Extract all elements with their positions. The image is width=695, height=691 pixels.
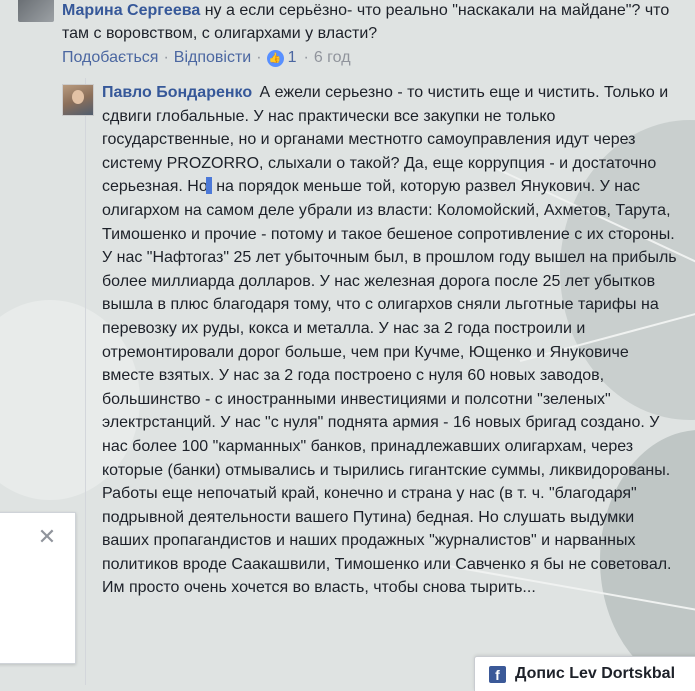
reply-thread-line [85, 78, 86, 685]
chat-tab[interactable]: f Допис Lev Dortskbal [474, 656, 695, 691]
like-count[interactable]: 1 [288, 49, 297, 67]
comments-panel: Марина Сергеева ну а если серьёзно- что … [0, 0, 695, 691]
thumbs-up-icon: 👍 [266, 49, 284, 67]
reply-link[interactable]: Відповісти [174, 49, 251, 67]
facebook-icon: f [489, 666, 506, 683]
avatar-face [72, 90, 84, 104]
reply-author[interactable]: Павло Бондаренко [102, 84, 252, 101]
avatar[interactable] [18, 0, 54, 22]
comment: Марина Сергеева ну а если серьёзно- что … [0, 0, 695, 80]
separator: · [163, 49, 169, 66]
comment-timestamp[interactable]: 6 год [314, 49, 351, 67]
like-link[interactable]: Подобається [62, 49, 158, 67]
reply-text-part: на порядок меньше той, которую развел Ян… [102, 178, 677, 597]
separator: · [303, 49, 309, 66]
side-popup: ✕ [0, 512, 76, 664]
comment-actions: Подобається · Відповісти · 👍 1 · 6 год [62, 49, 351, 67]
comment-author[interactable]: Марина Сергеева [62, 2, 200, 19]
comment-body: Марина Сергеева ну а если серьёзно- что … [62, 0, 682, 45]
reply-body: Павло Бондаренко А ежели серьезно - то ч… [102, 81, 682, 600]
chat-tab-label: Допис Lev Dortskbal [515, 665, 676, 682]
separator: · [256, 49, 262, 66]
close-icon[interactable]: ✕ [37, 526, 57, 548]
avatar[interactable] [62, 84, 94, 116]
